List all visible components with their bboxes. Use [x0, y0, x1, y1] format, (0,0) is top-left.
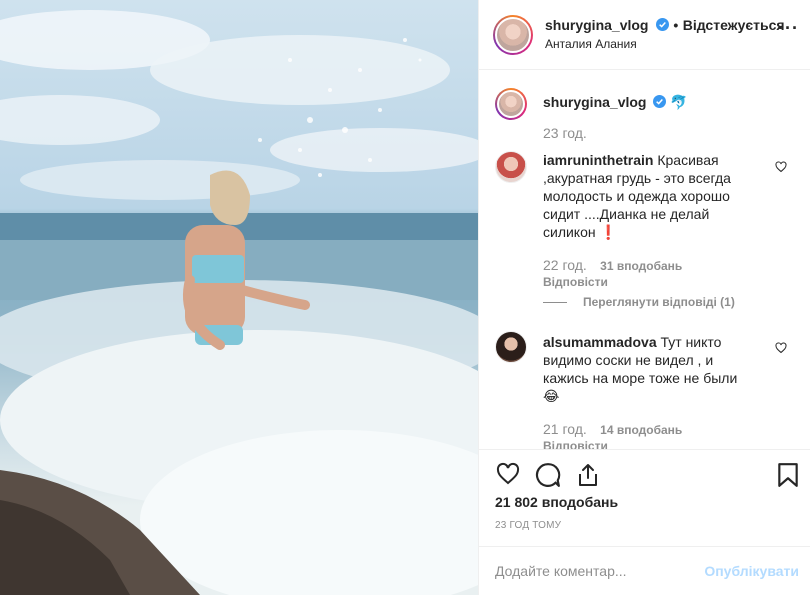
- follow-status-button[interactable]: Відстежується: [683, 17, 785, 33]
- like-heart-icon[interactable]: [495, 462, 521, 486]
- reply-button[interactable]: Відповісти: [543, 275, 682, 289]
- post-photo[interactable]: [0, 0, 478, 595]
- caption: shurygina_vlog 🐬 23 год.: [495, 88, 795, 148]
- share-icon[interactable]: [576, 462, 600, 488]
- comment-text: alsumammadova Тут никто видимо соски не …: [543, 333, 743, 405]
- bookmark-icon[interactable]: [777, 462, 799, 488]
- action-bar: [479, 449, 810, 497]
- add-comment-bar: Опублікувати: [479, 546, 810, 595]
- post-side-panel: shurygina_vlog • Відстежується Анталия А…: [478, 0, 810, 595]
- dolphin-emoji: 🐬: [670, 94, 688, 110]
- commenter-avatar[interactable]: [495, 331, 527, 363]
- comment-item: alsumammadova Тут никто видимо соски не …: [495, 331, 795, 449]
- beach-photo-illustration: [0, 10, 478, 595]
- caption-username[interactable]: shurygina_vlog: [543, 94, 646, 110]
- comment-likes[interactable]: 31 вподобань: [600, 259, 682, 273]
- comment-meta: 21 год. 14 вподобань Відповісти: [543, 421, 682, 449]
- like-comment-heart-icon[interactable]: [775, 161, 787, 173]
- caption-avatar[interactable]: [495, 88, 527, 120]
- comment-time: 22 год.: [543, 257, 587, 273]
- caption-time: 23 год.: [543, 125, 587, 141]
- post-location[interactable]: Анталия Алания: [545, 37, 637, 51]
- comment-username[interactable]: iamruninthetrain: [543, 152, 653, 168]
- like-comment-heart-icon[interactable]: [775, 342, 787, 354]
- view-replies-button[interactable]: Переглянути відповіді (1): [543, 295, 735, 309]
- comment-bubble-icon[interactable]: [535, 462, 561, 488]
- reply-button[interactable]: Відповісти: [543, 439, 682, 449]
- verified-badge-icon: [655, 18, 669, 31]
- post-header: shurygina_vlog • Відстежується Анталия А…: [479, 0, 810, 70]
- publish-button[interactable]: Опублікувати: [704, 563, 799, 579]
- separator-dot: •: [673, 17, 679, 33]
- commenter-avatar[interactable]: [495, 151, 527, 183]
- verified-badge-icon: [653, 95, 667, 108]
- comment-text: iamruninthetrain Красивая ,акуратная гру…: [543, 151, 743, 241]
- view-replies-label: Переглянути відповіді (1): [583, 295, 735, 309]
- comment-username[interactable]: alsumammadova: [543, 334, 657, 350]
- comment-input[interactable]: [495, 561, 695, 581]
- more-dots-icon[interactable]: ···: [778, 18, 799, 39]
- post-time-ago: 23 ГОД ТОМУ: [495, 520, 562, 531]
- comment-time: 21 год.: [543, 421, 587, 437]
- author-username[interactable]: shurygina_vlog: [545, 17, 648, 33]
- comment-item: iamruninthetrain Красивая ,акуратная гру…: [495, 151, 795, 311]
- author-line: shurygina_vlog • Відстежується: [545, 17, 785, 35]
- comment-meta: 22 год. 31 вподобань Відповісти: [543, 257, 682, 289]
- comment-likes[interactable]: 14 вподобань: [600, 423, 682, 437]
- replies-divider: [543, 302, 567, 304]
- comments-area[interactable]: shurygina_vlog 🐬 23 год. iamruninthetrai…: [479, 71, 810, 449]
- likes-count[interactable]: 21 802 вподобань: [495, 494, 618, 510]
- author-avatar[interactable]: [493, 15, 533, 55]
